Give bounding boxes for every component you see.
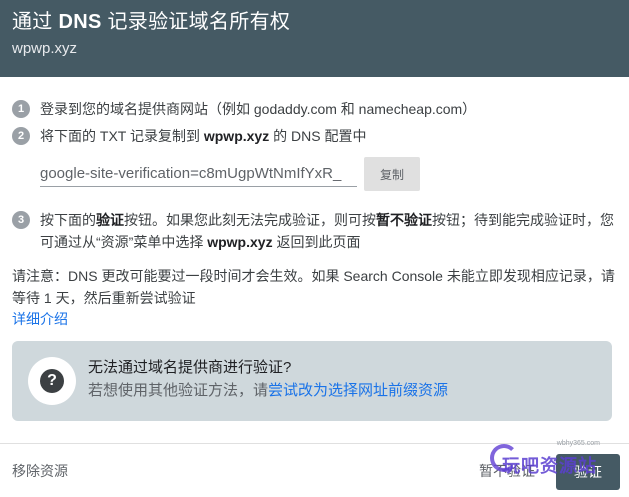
txt-record-field[interactable]: google-site-verification=c8mUgpWtNmIfYxR… [40,163,357,187]
step-3: 3 按下面的验证按钮。如果您此刻无法完成验证，则可按暂不验证按钮；待到能完成验证… [12,209,617,253]
dialog-content: 1 登录到您的域名提供商网站（例如 godaddy.com 和 namechea… [12,98,617,329]
copy-button[interactable]: 复制 [364,157,420,191]
alt-box-description: 若想使用其他验证方法，请尝试改为选择网址前缀资源 [88,382,449,399]
learn-more-link[interactable]: 详细介绍 [12,309,617,329]
dialog-title: 通过 DNS 记录验证域名所有权 [12,11,291,33]
step-1-text: 登录到您的域名提供商网站（例如 godaddy.com 和 namecheap.… [40,101,477,117]
footer-divider [0,443,629,444]
step-number-icon: 2 [12,127,30,145]
remove-property-button[interactable]: 移除资源 [12,461,68,481]
help-icon: ? [40,369,64,393]
step-number-icon: 3 [12,211,30,229]
verify-button[interactable]: 验证 [556,454,620,490]
dialog-domain: wpwp.xyz [12,40,78,57]
alt-box-title: 无法通过域名提供商进行验证? [88,359,292,376]
txt-record-row: google-site-verification=c8mUgpWtNmIfYxR… [12,155,617,195]
help-icon-circle: ? [28,357,76,405]
dialog-header: 通过 DNS 记录验证域名所有权 wpwp.xyz [0,0,629,77]
step-2: 2 将下面的 TXT 记录复制到 wpwp.xyz 的 DNS 配置中 [12,125,617,149]
step-1: 1 登录到您的域名提供商网站（例如 godaddy.com 和 namechea… [12,98,617,122]
step-number-icon: 1 [12,100,30,118]
alternative-method-box: ? 无法通过域名提供商进行验证? 若想使用其他验证方法，请尝试改为选择网址前缀资… [12,341,612,421]
skip-verify-button[interactable]: 暂不验证 [479,457,535,485]
url-prefix-link[interactable]: 尝试改为选择网址前缀资源 [268,382,448,399]
dns-note: 请注意：DNS 更改可能要过一段时间才会生效。如果 Search Console… [12,268,615,306]
